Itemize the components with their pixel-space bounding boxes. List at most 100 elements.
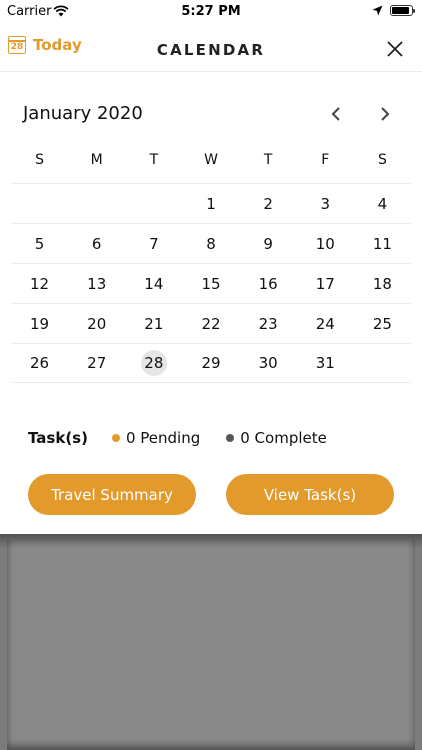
day-cell[interactable]: 20 — [68, 304, 125, 343]
day-cell[interactable]: 21 — [125, 304, 182, 343]
day-number: 16 — [258, 274, 278, 293]
weekday-label: T — [149, 152, 159, 168]
calendar-grid: 1 2 3 4 5 6 7 8 9 10 11 12 13 14 15 16 17 18 19 20 21 22 23 24 2… — [11, 183, 411, 383]
day-number — [84, 191, 110, 217]
nav-divider — [0, 71, 422, 72]
day-number: 29 — [201, 354, 221, 372]
day-cell[interactable]: 2 — [240, 184, 297, 223]
empty-day-cell — [68, 184, 125, 223]
day-cell[interactable]: 14 — [125, 264, 182, 303]
day-number — [27, 191, 53, 217]
day-cell[interactable]: 15 — [182, 264, 239, 303]
weekday-label: S — [35, 152, 45, 168]
tasks-label: Task(s) — [28, 429, 88, 447]
status-bar: Carrier 5:27 PM — [0, 0, 422, 22]
empty-day-cell — [125, 184, 182, 223]
pending-dot-icon — [111, 434, 120, 442]
weekday-label: S — [377, 152, 387, 168]
sheet-shadow — [0, 534, 422, 548]
task-summary: Task(s) 0 Pending 0 Complete — [28, 429, 408, 447]
complete-dot-icon — [226, 434, 235, 442]
day-number: 13 — [87, 274, 107, 293]
complete-count: 0 Complete — [240, 429, 327, 447]
pending-legend: 0 Pending — [111, 429, 201, 447]
day-cell[interactable]: 11 — [354, 224, 411, 263]
day-number: 15 — [201, 274, 221, 293]
day-number: 2 — [263, 194, 273, 213]
day-cell[interactable]: 13 — [68, 264, 125, 303]
day-cell[interactable]: 8 — [182, 224, 239, 263]
day-number: 9 — [263, 234, 273, 253]
day-number: 22 — [201, 314, 221, 333]
day-number: 23 — [258, 314, 278, 333]
previous-month-button[interactable] — [326, 104, 346, 124]
day-cell[interactable]: 1 — [182, 184, 239, 223]
empty-day-cell — [11, 184, 68, 223]
day-cell[interactable]: 16 — [240, 264, 297, 303]
day-cell[interactable]: 25 — [354, 304, 411, 343]
day-number: 31 — [315, 354, 335, 372]
day-number: 6 — [91, 234, 102, 253]
day-cell[interactable]: 9 — [240, 224, 297, 263]
next-month-button[interactable] — [375, 104, 395, 124]
selected-day-cell[interactable]: 28 — [125, 344, 182, 382]
calendar-week-row: 26 27 28 29 30 31 — [11, 343, 411, 383]
day-number — [369, 350, 395, 376]
day-number: 25 — [372, 314, 392, 333]
calendar-week-row: 12 13 14 15 16 17 18 — [11, 263, 411, 303]
day-cell[interactable]: 5 — [11, 224, 68, 263]
day-number: 7 — [149, 234, 159, 253]
location-arrow-icon — [372, 5, 383, 20]
day-cell[interactable]: 6 — [68, 224, 125, 263]
day-cell[interactable]: 22 — [182, 304, 239, 343]
chevron-right-icon — [381, 107, 390, 121]
status-time: 5:27 PM — [181, 4, 241, 19]
day-number: 1 — [206, 194, 216, 213]
close-button[interactable] — [384, 38, 406, 60]
day-number: 18 — [372, 274, 392, 293]
day-cell[interactable]: 23 — [240, 304, 297, 343]
day-cell[interactable]: 4 — [354, 184, 411, 223]
calendar-week-row: 5 6 7 8 9 10 11 — [11, 223, 411, 263]
day-number: 20 — [87, 314, 107, 333]
day-cell[interactable]: 12 — [11, 264, 68, 303]
calendar-week-row: 19 20 21 22 23 24 25 — [11, 303, 411, 343]
weekday-label: F — [321, 152, 330, 168]
page-title: CALENDAR — [156, 41, 266, 59]
day-number: 5 — [34, 234, 45, 253]
day-cell[interactable]: 10 — [297, 224, 354, 263]
close-icon — [387, 41, 403, 57]
day-cell[interactable]: 30 — [240, 344, 297, 382]
day-cell[interactable]: 18 — [354, 264, 411, 303]
day-number: 3 — [320, 194, 331, 213]
day-cell[interactable]: 17 — [297, 264, 354, 303]
calendar-week-row: 1 2 3 4 — [11, 183, 411, 223]
battery-level — [392, 7, 410, 14]
day-number: 14 — [144, 274, 164, 293]
day-number: 24 — [315, 314, 335, 333]
day-number: 17 — [315, 274, 335, 293]
day-cell[interactable]: 27 — [68, 344, 125, 382]
weekday-label: W — [204, 152, 218, 168]
day-cell[interactable]: 24 — [297, 304, 354, 343]
day-number: 28 — [140, 350, 167, 376]
day-number: 19 — [30, 314, 50, 333]
day-cell[interactable]: 29 — [182, 344, 239, 382]
day-cell[interactable]: 26 — [11, 344, 68, 382]
day-number: 26 — [30, 354, 50, 372]
day-number: 4 — [377, 194, 388, 213]
day-cell[interactable]: 31 — [297, 344, 354, 382]
month-label: January 2020 — [23, 103, 143, 124]
pending-count: 0 Pending — [125, 429, 201, 447]
day-cell[interactable]: 19 — [11, 304, 68, 343]
day-number: 12 — [30, 274, 50, 293]
day-cell[interactable]: 7 — [125, 224, 182, 263]
underlying-page — [7, 540, 415, 750]
empty-day-cell — [354, 344, 411, 382]
day-number: 11 — [372, 234, 392, 253]
day-cell[interactable]: 3 — [297, 184, 354, 223]
travel-summary-button[interactable]: Travel Summary — [28, 474, 196, 515]
calendar-sheet: Carrier 5:27 PM 28 Today CALENDAR Januar… — [0, 0, 422, 534]
complete-legend: 0 Complete — [226, 429, 327, 447]
view-tasks-button[interactable]: View Task(s) — [226, 474, 394, 515]
